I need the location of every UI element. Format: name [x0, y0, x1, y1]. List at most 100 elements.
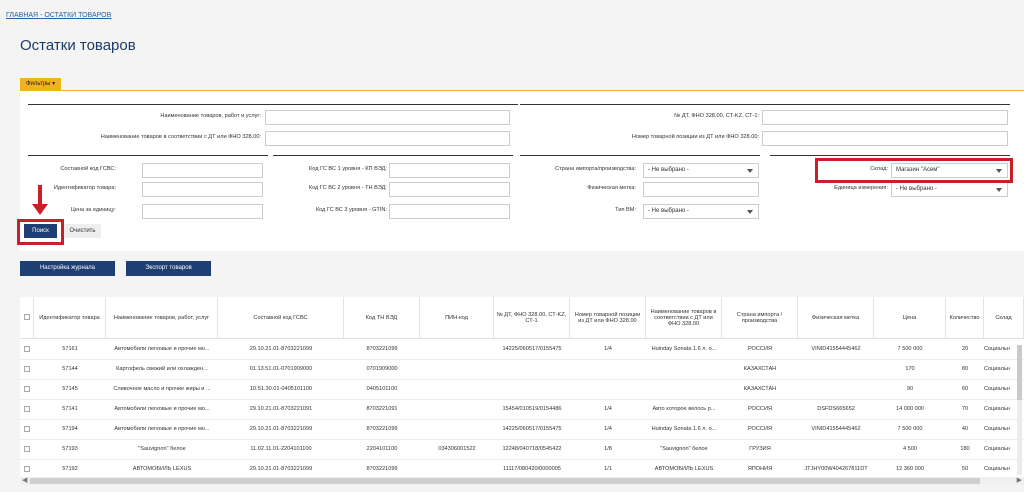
cell-quantity: 180: [960, 446, 970, 452]
breadcrumb-current-link[interactable]: ОСТАТКИ ТОВАРОВ: [44, 12, 111, 19]
vm-type-select-value: - Не выбрано -: [648, 208, 689, 214]
cell-price: 7 500 000: [897, 426, 923, 432]
cell-tnved: 0701909000: [366, 366, 398, 372]
search-highlight: [17, 219, 64, 245]
scroll-left-icon[interactable]: ◀: [22, 477, 27, 485]
cell-dt-position: 1/4: [604, 346, 612, 352]
row-checkbox[interactable]: [24, 426, 30, 432]
row-checkbox[interactable]: [24, 466, 30, 472]
cell-tnved: 8703221099: [366, 346, 398, 352]
page-title: Остатки товаров: [20, 37, 136, 54]
cell-price: 4 500: [903, 446, 917, 452]
filters-tab[interactable]: Фильтры ▾: [20, 78, 62, 90]
cell-country: КАЗАХСТАН: [743, 386, 777, 392]
gs3-label: Код ГС ВС 3 уровня - GTIN:: [315, 207, 387, 213]
vm-type-label: Тип ВМ:: [615, 207, 636, 213]
row-checkbox[interactable]: [24, 366, 30, 372]
gsvs-input[interactable]: [142, 163, 263, 178]
dt-number-label: № ДТ, ФНО 328.00, СТ-KZ, СТ-1:: [674, 113, 759, 119]
dt-position-input[interactable]: [762, 131, 1008, 146]
vertical-scrollbar[interactable]: [1017, 345, 1022, 475]
gs2-input[interactable]: [389, 182, 510, 197]
unit-select[interactable]: - Не выбрано -: [891, 182, 1008, 197]
cell-country: ЯПОНИЯ: [747, 466, 773, 472]
col-phys-mark[interactable]: Физическая метка: [798, 297, 874, 338]
col-price[interactable]: Цена: [874, 297, 946, 338]
cell-dt-position: [570, 379, 646, 399]
cell-dt-number: 14225/060517/0155475: [502, 346, 562, 352]
cell-dt-name: Авто которое велось р...: [652, 406, 716, 412]
col-gsvs[interactable]: Составной код ГСВС: [218, 297, 344, 338]
cell-tnved: 8703221099: [366, 426, 398, 432]
row-checkbox[interactable]: [24, 406, 30, 412]
cell-tnved: 8703221099: [366, 466, 398, 472]
name-input[interactable]: [265, 110, 510, 125]
dt-number-input[interactable]: [762, 110, 1008, 125]
table-row[interactable]: 57144 Картофель свежий или охлажден... 01.…: [20, 359, 1024, 380]
cell-name: Автомобили легковые и прочие мо...: [114, 346, 210, 352]
col-item-id[interactable]: Идентификатор товара: [34, 297, 106, 338]
cell-gsvs: 29.10.21.01-8703221099: [249, 346, 313, 352]
cell-country: ГРУЗИЯ: [749, 446, 771, 452]
col-quantity[interactable]: Количество: [946, 297, 984, 338]
name-dt-label: Наименование товаров в соответствии с ДТ…: [100, 134, 261, 140]
cell-quantity: 80: [961, 366, 969, 372]
cell-phys-mark: [798, 359, 874, 379]
table-row[interactable]: 57192 АВТОМОБИЛЬ LEXUS 29.10.21.01-8703221…: [20, 459, 1024, 477]
clear-button[interactable]: Очистить: [64, 224, 101, 238]
cell-country: РОССИЯ: [747, 426, 773, 432]
cell-name: Автомобили легковые и прочие мо...: [114, 406, 210, 412]
vertical-scroll-thumb[interactable]: [1017, 345, 1022, 400]
cell-pin: 034306001522: [438, 446, 476, 452]
col-pin[interactable]: ПИН-код: [420, 297, 494, 338]
arrowhead-icon: [32, 204, 48, 215]
vm-type-select[interactable]: - Не выбрано -: [643, 204, 759, 219]
cell-pin: [420, 419, 494, 439]
cell-dt-name: Huinday Sonata 1.6 л. о...: [651, 346, 717, 352]
phys-mark-input[interactable]: [643, 182, 759, 197]
table-row[interactable]: 57161 Автомобили легковые и прочие мо... 2…: [20, 339, 1024, 360]
cell-price: 7 500 000: [897, 346, 923, 352]
cell-name: АВТОМОБИЛЬ LEXUS: [132, 466, 192, 472]
horizontal-scrollbar[interactable]: ◀ ▶: [20, 477, 1024, 485]
country-select[interactable]: - Не выбрано -: [643, 163, 759, 178]
scroll-right-icon[interactable]: ▶: [1017, 477, 1022, 485]
export-button[interactable]: Экспорт товаров: [126, 261, 211, 276]
table-header: Идентификатор товара Наименование товаро…: [20, 297, 1024, 339]
gs3-input[interactable]: [389, 204, 510, 219]
cell-gsvs: 29.10.21.01-8703221091: [249, 406, 313, 412]
row-checkbox[interactable]: [24, 346, 30, 352]
name-dt-input[interactable]: [265, 131, 510, 146]
item-id-label: Идентификатор товара:: [53, 185, 116, 191]
products-table: Идентификатор товара Наименование товаро…: [20, 297, 1024, 477]
journal-settings-button[interactable]: Настройка журнала: [20, 261, 115, 276]
select-all-checkbox[interactable]: [24, 314, 30, 320]
table-row[interactable]: 57141 Автомобили легковые и прочие мо... 2…: [20, 399, 1024, 420]
col-name[interactable]: Наименование товаров, работ, услуг: [106, 297, 218, 338]
table-row[interactable]: 57193 "Sauvignon" белое 11.02.11.01-220410…: [20, 439, 1024, 460]
gs1-label: Код ГС ВС 1 уровня - КП ВЭД:: [309, 166, 387, 172]
col-tnved[interactable]: Код ТН ВЭД: [344, 297, 420, 338]
cell-dt-name: "Sauvignon" белое: [660, 446, 708, 452]
unit-price-input[interactable]: [142, 204, 263, 219]
col-warehouse[interactable]: Склад: [984, 297, 1024, 338]
cell-item-id: 57194: [62, 426, 78, 432]
cell-phys-mark: JTJHY00W404267811DT: [804, 466, 868, 472]
col-dt-position[interactable]: Номер товарной позиции из ДТ или ФНО 328…: [570, 297, 646, 338]
col-dt-name[interactable]: Наименование товаров в соответствии с ДТ…: [646, 297, 722, 338]
cell-quantity: 70: [961, 406, 969, 412]
gs1-input[interactable]: [389, 163, 510, 178]
cell-tnved: 2204101100: [366, 446, 398, 452]
horizontal-scroll-thumb[interactable]: [30, 478, 980, 484]
table-row[interactable]: 57145 Сливочное масло и прочие жиры и ...…: [20, 379, 1024, 400]
row-checkbox[interactable]: [24, 446, 30, 452]
col-country[interactable]: Страна импорта / производства: [722, 297, 798, 338]
section-divider: [273, 155, 513, 156]
section-divider: [520, 155, 760, 156]
table-row[interactable]: 57194 Автомобили легковые и прочие мо... 2…: [20, 419, 1024, 440]
item-id-input[interactable]: [142, 182, 263, 197]
breadcrumb-home-link[interactable]: ГЛАВНАЯ: [6, 12, 38, 19]
cell-phys-mark: VINID41554445462: [811, 346, 861, 352]
col-dt-number[interactable]: № ДТ, ФНО 328.00, СТ-KZ, СТ-1: [494, 297, 570, 338]
row-checkbox[interactable]: [24, 386, 30, 392]
